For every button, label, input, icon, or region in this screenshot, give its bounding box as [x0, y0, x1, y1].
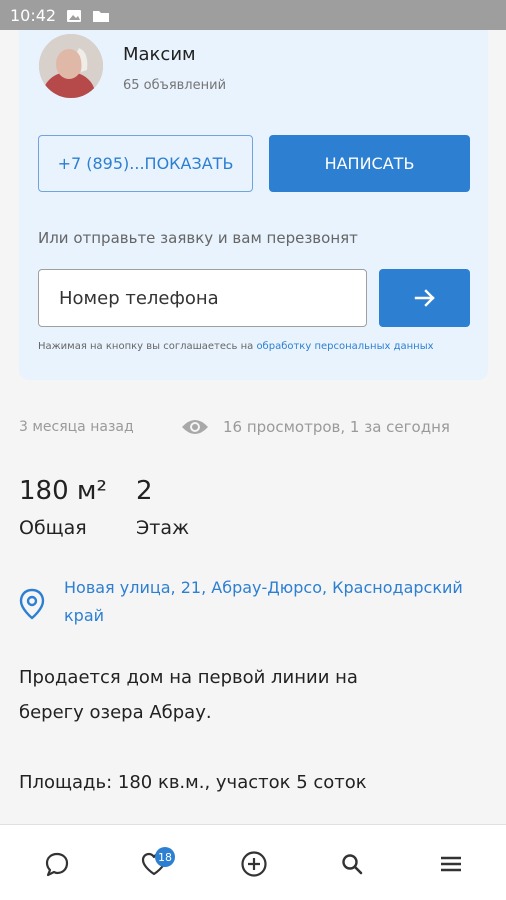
description-line: Продается дом на первой линии на	[19, 667, 358, 688]
eye-icon	[182, 420, 208, 434]
address-text[interactable]: Новая улица, 21, Абрау-Дюрсо, Краснодарс…	[64, 574, 498, 630]
submit-callback-button[interactable]	[379, 269, 470, 327]
address-link[interactable]: Новая улица, 21, Абрау-Дюрсо, Краснодарс…	[18, 574, 498, 630]
floor-value: 2	[136, 476, 153, 506]
area-label: Общая	[19, 517, 87, 539]
menu-icon	[441, 856, 461, 872]
floor-label: Этаж	[136, 517, 190, 539]
nav-messages[interactable]	[42, 849, 72, 879]
seller-contact-card: Максим 65 объявлений +7 (895)...ПОКАЗАТЬ…	[19, 30, 488, 380]
nav-add-listing[interactable]	[239, 849, 269, 879]
favorites-badge: 18	[155, 847, 175, 867]
add-icon	[241, 851, 267, 877]
agreement-note: Нажимая на кнопку вы соглашаетесь на обр…	[38, 341, 434, 352]
seller-ads-count[interactable]: 65 объявлений	[123, 78, 226, 93]
status-time: 10:42	[10, 5, 57, 25]
description-line: берегу озера Абрау.	[19, 702, 212, 723]
write-message-button[interactable]: НАПИСАТЬ	[269, 135, 470, 192]
folder-icon	[92, 8, 110, 22]
area-value: 180 м²	[19, 476, 107, 506]
status-bar: 10:42	[0, 0, 506, 30]
views-count: 16 просмотров, 1 за сегодня	[181, 417, 450, 437]
search-icon	[342, 854, 363, 875]
image-icon	[66, 8, 84, 22]
listing-description: Продается дом на первой линии на берегу …	[19, 660, 489, 800]
location-pin-icon	[18, 574, 50, 630]
phone-input-placeholder: Номер телефона	[59, 287, 219, 309]
description-line: Площадь: 180 кв.м., участок 5 соток	[19, 772, 367, 793]
chat-icon	[45, 852, 69, 877]
arrow-right-icon	[414, 289, 435, 307]
nav-search[interactable]	[337, 849, 367, 879]
privacy-link[interactable]: обработку персональных данных	[256, 341, 433, 352]
callback-prompt: Или отправьте заявку и вам перезвонят	[38, 229, 358, 247]
posted-date: 3 месяца назад	[19, 419, 134, 435]
agreement-text: Нажимая на кнопку вы соглашаетесь на	[38, 341, 254, 352]
seller-name[interactable]: Максим	[123, 44, 196, 65]
seller-avatar[interactable]	[39, 34, 103, 98]
bottom-navigation: 18	[0, 824, 506, 900]
phone-number-input[interactable]: Номер телефона	[38, 269, 367, 327]
nav-menu[interactable]	[436, 849, 466, 879]
views-text: 16 просмотров, 1 за сегодня	[223, 418, 450, 436]
show-phone-button[interactable]: +7 (895)...ПОКАЗАТЬ	[38, 135, 253, 192]
